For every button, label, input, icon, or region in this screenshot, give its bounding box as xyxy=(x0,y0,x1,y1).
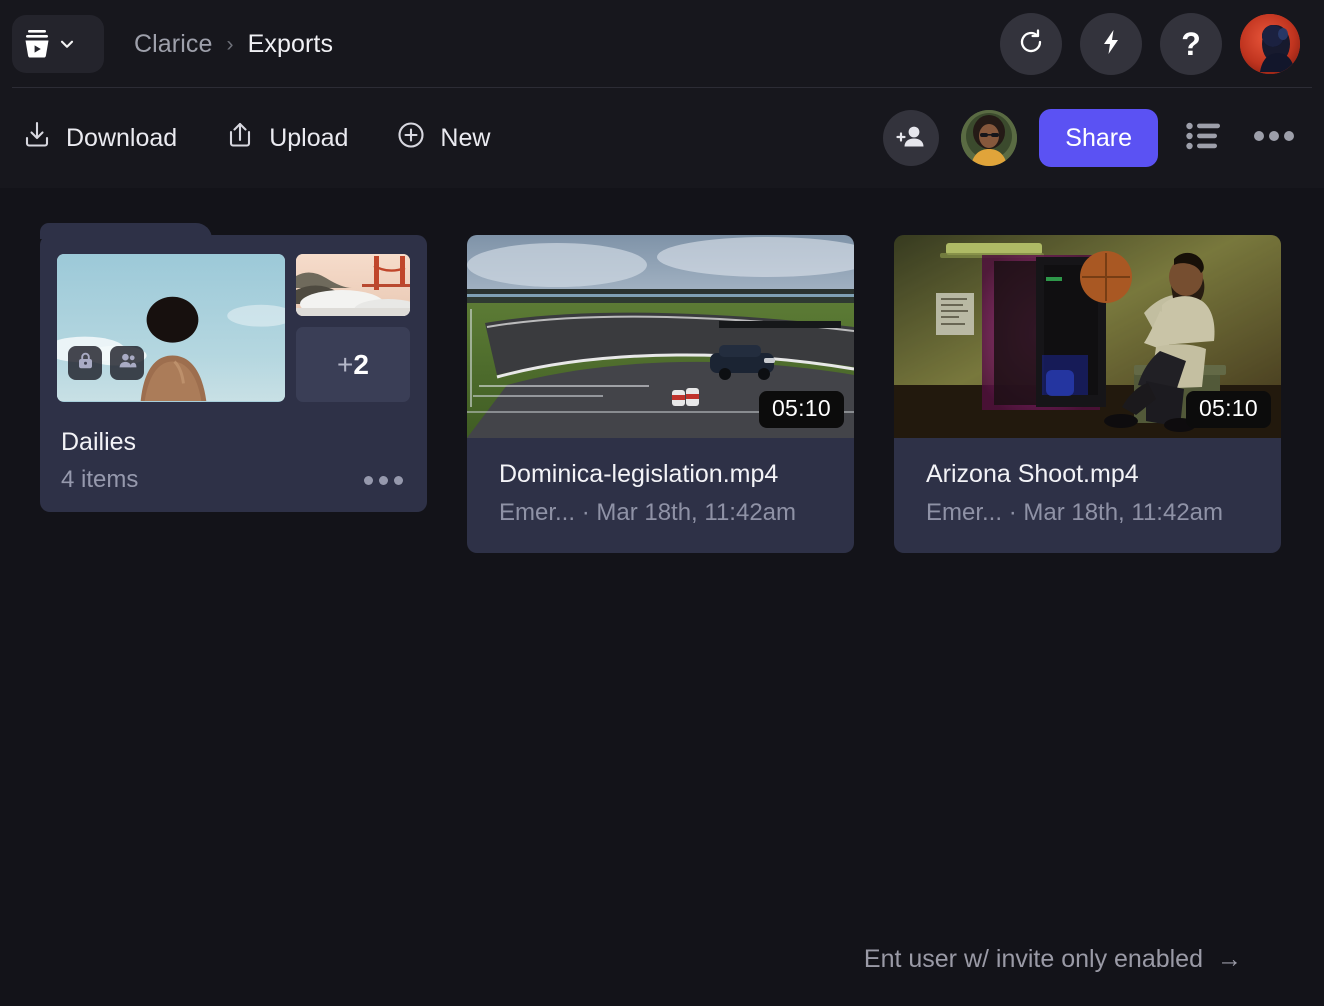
action-bar-right: Share xyxy=(883,109,1300,167)
download-label: Download xyxy=(66,123,178,152)
asset-subtitle: Emer... · Mar 18th, 11:42am xyxy=(926,499,1224,526)
folder-thumbnail-secondary xyxy=(296,254,410,316)
more-options-button[interactable] xyxy=(1248,123,1300,153)
more-horizontal-icon xyxy=(379,475,388,485)
folder-card-dailies[interactable]: +2 Dailies 4 items xyxy=(40,223,427,512)
lightning-bolt-icon xyxy=(1096,27,1126,62)
chevron-down-icon xyxy=(58,35,76,53)
arrow-right-icon: → xyxy=(1217,945,1242,973)
new-label: New xyxy=(440,123,491,152)
question-mark-icon: ? xyxy=(1181,26,1201,62)
asset-duration-badge: 05:10 xyxy=(1185,391,1271,428)
asset-title: Arizona Shoot.mp4 xyxy=(926,460,1139,488)
refresh-button[interactable] xyxy=(1000,13,1062,75)
add-person-icon xyxy=(896,121,926,156)
top-bar: Clarice › Exports ? xyxy=(0,0,1324,88)
asset-grid: +2 Dailies 4 items 05:10 Dominica-legisl… xyxy=(40,223,1324,553)
folder-badges xyxy=(68,346,144,380)
download-button[interactable]: Download xyxy=(22,120,177,157)
bucket-play-logo-icon xyxy=(22,28,52,60)
folder-meta: Dailies 4 items xyxy=(57,402,410,512)
upload-button[interactable]: Upload xyxy=(225,120,348,157)
asset-title: Dominica-legislation.mp4 xyxy=(499,460,779,488)
more-horizontal-icon xyxy=(394,475,403,485)
more-horizontal-icon xyxy=(364,475,373,485)
workspace-switcher[interactable] xyxy=(12,15,104,73)
refresh-icon xyxy=(1016,27,1046,62)
new-button[interactable]: New xyxy=(396,120,490,157)
asset-duration-badge: 05:10 xyxy=(758,391,844,428)
folder-thumbnail-primary xyxy=(57,254,285,402)
folder-more-options-button[interactable] xyxy=(360,470,407,491)
asset-meta: Dominica-legislation.mp4 Emer... · Mar 1… xyxy=(467,438,854,553)
invite-button[interactable] xyxy=(883,110,940,166)
asset-card-arizona[interactable]: 05:10 Arizona Shoot.mp4 Emer... · Mar 18… xyxy=(894,235,1281,553)
plus-sign: + xyxy=(337,348,354,380)
footer-hint[interactable]: Ent user w/ invite only enabled → xyxy=(864,945,1242,974)
list-view-icon xyxy=(1186,122,1220,155)
breadcrumb-root[interactable]: Clarice xyxy=(134,30,213,59)
folder-title: Dailies xyxy=(61,428,137,456)
list-view-toggle[interactable] xyxy=(1180,116,1226,161)
lock-badge xyxy=(68,346,102,380)
collaborator-avatar[interactable] xyxy=(961,110,1018,166)
folder-extra-count: +2 xyxy=(296,327,410,402)
breadcrumb-current[interactable]: Exports xyxy=(248,30,333,59)
folder-thumbnail-side-stack: +2 xyxy=(296,254,410,402)
asset-thumbnail: 05:10 xyxy=(894,235,1281,438)
upload-label: Upload xyxy=(269,123,349,152)
lock-icon xyxy=(76,351,95,375)
asset-subtitle: Emer... · Mar 18th, 11:42am xyxy=(499,499,797,526)
help-button[interactable]: ? xyxy=(1160,13,1222,75)
people-icon xyxy=(118,351,137,375)
upload-icon xyxy=(225,120,255,157)
download-icon xyxy=(22,120,52,157)
footer-hint-text: Ent user w/ invite only enabled xyxy=(863,945,1203,973)
folder-tab-shape xyxy=(40,223,212,239)
content-area: +2 Dailies 4 items 05:10 Dominica-legisl… xyxy=(0,188,1324,1006)
breadcrumb-separator-icon: › xyxy=(226,32,234,56)
breadcrumb: Clarice › Exports xyxy=(134,30,333,59)
share-button[interactable]: Share xyxy=(1039,109,1158,167)
extra-count-value: 2 xyxy=(353,348,369,380)
plus-circle-icon xyxy=(396,120,426,157)
user-avatar[interactable] xyxy=(1240,14,1300,74)
folder-item-count: 4 items xyxy=(61,466,139,493)
top-bar-actions: ? xyxy=(1000,13,1300,75)
lightning-button[interactable] xyxy=(1080,13,1142,75)
folder-thumbnails: +2 xyxy=(57,254,410,402)
asset-meta: Arizona Shoot.mp4 Emer... · Mar 18th, 11… xyxy=(894,438,1281,553)
more-horizontal-icon xyxy=(1254,129,1294,147)
shared-badge xyxy=(110,346,144,380)
action-bar: Download Upload New Share xyxy=(0,88,1324,188)
asset-thumbnail: 05:10 xyxy=(467,235,854,438)
asset-card-dominica[interactable]: 05:10 Dominica-legislation.mp4 Emer... ·… xyxy=(467,235,854,553)
